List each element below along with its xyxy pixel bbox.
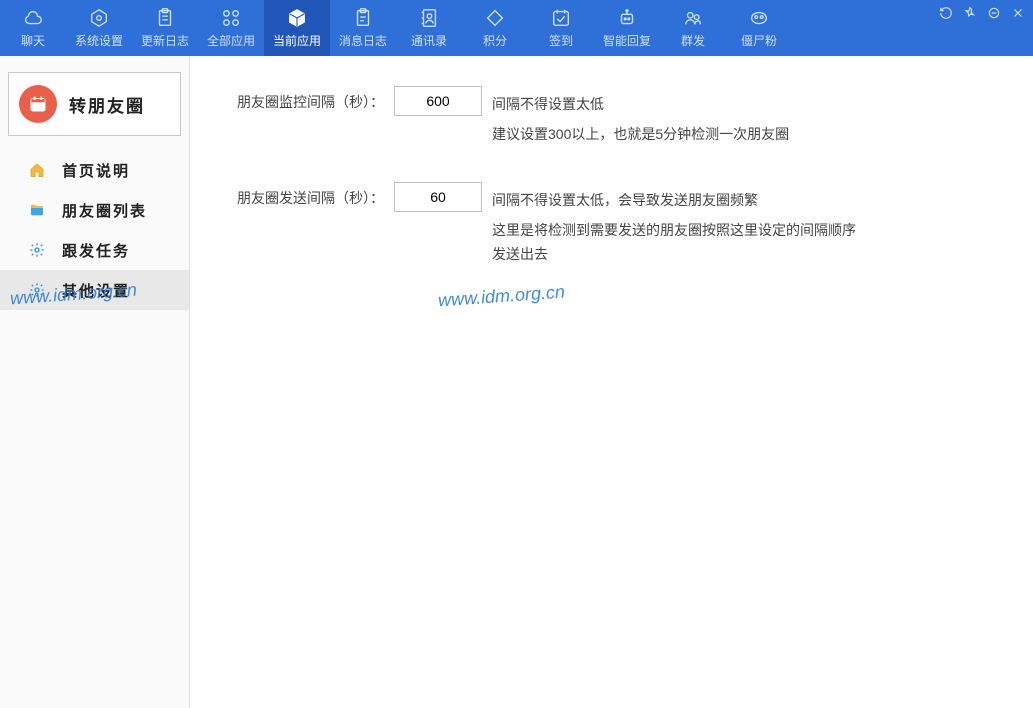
toolbar-label: 智能回复 xyxy=(603,32,651,49)
content-panel: 朋友圈监控间隔（秒）： 间隔不得设置太低 建议设置300以上，也就是5分钟检测一… xyxy=(190,56,1033,708)
monitor-interval-row: 朋友圈监控间隔（秒）： 间隔不得设置太低 建议设置300以上，也就是5分钟检测一… xyxy=(214,86,1009,146)
minimize-icon[interactable] xyxy=(985,4,1003,22)
cube-icon xyxy=(286,7,308,29)
toolbar-label: 系统设置 xyxy=(75,32,123,49)
sidebar-label: 跟发任务 xyxy=(62,240,130,261)
monitor-interval-label: 朋友圈监控间隔（秒）： xyxy=(214,86,384,112)
sidebar-item-home[interactable]: 首页说明 xyxy=(0,150,189,190)
send-interval-input[interactable] xyxy=(394,182,482,212)
sidebar-item-other-settings[interactable]: 其他设置 xyxy=(0,270,189,310)
toolbar-chat[interactable]: 聊天 xyxy=(0,0,66,56)
sidebar-label: 首页说明 xyxy=(62,160,130,181)
hexagon-gear-icon xyxy=(88,7,110,29)
calendar-check-icon xyxy=(550,7,572,29)
close-icon[interactable] xyxy=(1009,4,1027,22)
send-hint-2: 这里是将检测到需要发送的朋友圈按照这里设定的间隔顺序发送出去 xyxy=(492,218,862,266)
diamond-icon xyxy=(484,7,506,29)
toolbar-message-log[interactable]: 消息日志 xyxy=(330,0,396,56)
sidebar: 转朋友圈 首页说明 朋友圈列表 跟发任务 其他设置 xyxy=(0,56,190,708)
refresh-icon[interactable] xyxy=(937,4,955,22)
toolbar-current-app[interactable]: 当前应用 xyxy=(264,0,330,56)
home-icon xyxy=(28,161,46,179)
clipboard-list-icon xyxy=(352,7,374,29)
toolbar-label: 聊天 xyxy=(21,32,45,49)
top-toolbar: 聊天 系统设置 更新日志 全部应用 当前应用 消息日志 通讯录 xyxy=(0,0,1033,56)
sidebar-item-follow-task[interactable]: 跟发任务 xyxy=(0,230,189,270)
sidebar-item-moments-list[interactable]: 朋友圈列表 xyxy=(0,190,189,230)
toolbar-label: 当前应用 xyxy=(273,32,321,49)
toolbar-auto-reply[interactable]: 智能回复 xyxy=(594,0,660,56)
toolbar-group-send[interactable]: 群发 xyxy=(660,0,726,56)
clipboard-icon xyxy=(154,7,176,29)
folder-icon xyxy=(28,201,46,219)
grid-apps-icon xyxy=(220,7,242,29)
toolbar-zombie-fans[interactable]: 僵尸粉 xyxy=(726,0,792,56)
send-hint-1: 间隔不得设置太低，会导致发送朋友圈频繁 xyxy=(492,188,862,212)
calendar-icon xyxy=(19,85,57,123)
toolbar-checkin[interactable]: 签到 xyxy=(528,0,594,56)
gear-icon xyxy=(28,281,46,299)
send-interval-row: 朋友圈发送间隔（秒）： 间隔不得设置太低，会导致发送朋友圈频繁 这里是将检测到需… xyxy=(214,182,1009,266)
cloud-chat-icon xyxy=(22,7,44,29)
toolbar-label: 更新日志 xyxy=(141,32,189,49)
sidebar-header: 转朋友圈 xyxy=(8,72,181,136)
window-controls xyxy=(937,4,1027,22)
contacts-icon xyxy=(418,7,440,29)
toolbar-label: 签到 xyxy=(549,32,573,49)
sidebar-label: 其他设置 xyxy=(62,280,130,301)
pin-icon[interactable] xyxy=(961,4,979,22)
monitor-hint-1: 间隔不得设置太低 xyxy=(492,92,862,116)
monitor-interval-input[interactable] xyxy=(394,86,482,116)
monitor-hint-2: 建议设置300以上，也就是5分钟检测一次朋友圈 xyxy=(492,122,862,146)
toolbar-label: 僵尸粉 xyxy=(741,32,777,49)
toolbar-all-apps[interactable]: 全部应用 xyxy=(198,0,264,56)
toolbar-label: 全部应用 xyxy=(207,32,255,49)
toolbar-points[interactable]: 积分 xyxy=(462,0,528,56)
toolbar-update-log[interactable]: 更新日志 xyxy=(132,0,198,56)
robot-icon xyxy=(616,7,638,29)
toolbar-label: 通讯录 xyxy=(411,32,447,49)
toolbar-system-settings[interactable]: 系统设置 xyxy=(66,0,132,56)
sidebar-title: 转朋友圈 xyxy=(69,92,145,117)
toolbar-label: 积分 xyxy=(483,32,507,49)
toolbar-label: 消息日志 xyxy=(339,32,387,49)
group-icon xyxy=(682,7,704,29)
toolbar-label: 群发 xyxy=(681,32,705,49)
send-interval-label: 朋友圈发送间隔（秒）： xyxy=(214,182,384,208)
sidebar-label: 朋友圈列表 xyxy=(62,200,147,221)
mask-icon xyxy=(748,7,770,29)
gear-icon xyxy=(28,241,46,259)
toolbar-contacts[interactable]: 通讯录 xyxy=(396,0,462,56)
